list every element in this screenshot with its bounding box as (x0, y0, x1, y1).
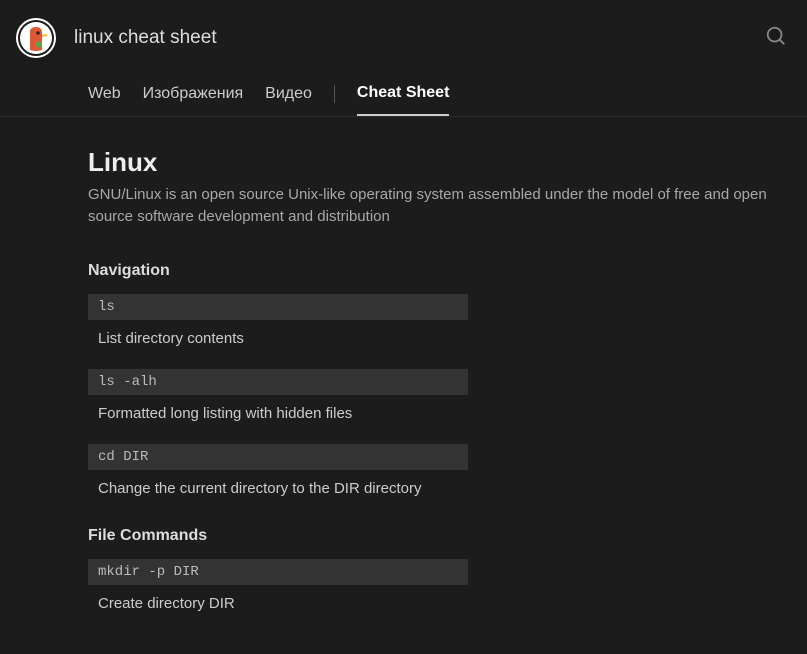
result-tabs: Web Изображения Видео Cheat Sheet (0, 68, 807, 117)
tab-divider (334, 85, 335, 103)
cheat-code: ls -alh (88, 369, 468, 395)
page-title: Linux (88, 147, 777, 178)
page-subtitle: GNU/Linux is an open source Unix-like op… (88, 184, 777, 228)
cheat-desc: Formatted long listing with hidden files (88, 403, 468, 424)
cheat-item: ls List directory contents (88, 294, 777, 349)
cheat-code: cd DIR (88, 444, 468, 470)
main-content: Linux GNU/Linux is an open source Unix-l… (0, 117, 807, 654)
cheat-item: ls -alh Formatted long listing with hidd… (88, 369, 777, 424)
cheat-desc: Change the current directory to the DIR … (88, 478, 468, 499)
duckduckgo-logo[interactable] (16, 18, 56, 58)
section-heading-navigation: Navigation (88, 262, 777, 280)
cheat-code: mkdir -p DIR (88, 559, 468, 585)
cheat-desc: List directory contents (88, 328, 468, 349)
tab-images[interactable]: Изображения (143, 79, 244, 115)
tab-web[interactable]: Web (88, 79, 121, 115)
section-heading-file-commands: File Commands (88, 527, 777, 545)
search-header (0, 0, 807, 68)
cheat-desc: Create directory DIR (88, 593, 468, 614)
search-icon[interactable] (765, 25, 787, 52)
tab-video[interactable]: Видео (265, 79, 312, 115)
search-input[interactable] (74, 27, 765, 49)
duckduckgo-icon (16, 18, 56, 58)
search-bar (74, 25, 787, 52)
cheat-item: cd DIR Change the current directory to t… (88, 444, 777, 499)
cheat-item: mkdir -p DIR Create directory DIR (88, 559, 777, 614)
tab-cheatsheet[interactable]: Cheat Sheet (357, 78, 449, 116)
cheat-code: ls (88, 294, 468, 320)
